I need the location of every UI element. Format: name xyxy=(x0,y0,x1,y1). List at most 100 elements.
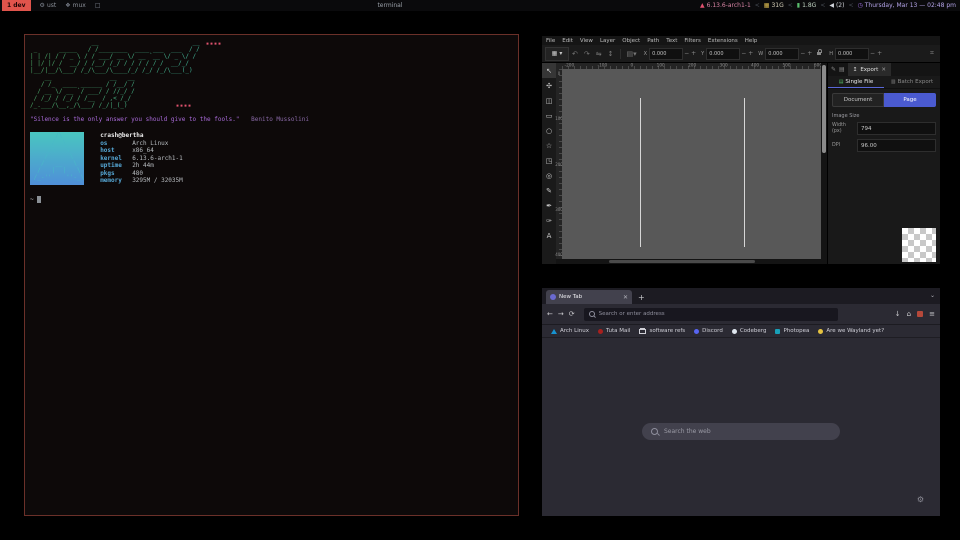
bookmark-item[interactable]: Arch Linux xyxy=(551,328,589,334)
units-dropdown-icon[interactable]: ▤▾ xyxy=(627,50,637,58)
quote-author: Benito Mussolini xyxy=(251,116,309,123)
back-button[interactable]: ← xyxy=(547,310,553,318)
decrement-button[interactable]: − xyxy=(741,50,746,57)
export-area-document-button[interactable]: Document xyxy=(832,93,884,107)
canvas-horizontal-scrollbar[interactable] xyxy=(556,259,821,264)
tab-batch-export[interactable]: ▥ Batch Export xyxy=(884,76,940,88)
tool-calligraphy[interactable]: ✑ xyxy=(542,213,556,228)
menu-icon[interactable]: ≡ xyxy=(929,310,935,318)
volume-icon: ◀ xyxy=(829,2,834,9)
close-icon[interactable]: ✕ xyxy=(881,67,886,73)
banner-accent-bottom: ▪▪▪▪ xyxy=(176,103,192,109)
menu-layer[interactable]: Layer xyxy=(600,38,615,44)
workspace-tag-active[interactable]: 1 dev xyxy=(2,0,31,11)
increment-button[interactable]: + xyxy=(748,50,753,57)
tool-rectangle[interactable]: ▭ xyxy=(542,108,556,123)
input-y[interactable]: 0.000 xyxy=(706,48,740,60)
tool-ellipse[interactable]: ○ xyxy=(542,123,556,138)
list-all-tabs-icon[interactable]: ⌄ xyxy=(930,292,935,299)
home-icon[interactable]: ⌂ xyxy=(907,310,911,318)
rotate-ccw-icon[interactable]: ↶ xyxy=(572,50,578,58)
status-module: ◀(2) xyxy=(829,2,844,9)
input-x[interactable]: 0.000 xyxy=(649,48,683,60)
bookmark-item[interactable]: Discord xyxy=(694,328,723,334)
bookmark-item[interactable]: Codeberg xyxy=(732,328,767,334)
bookmark-item[interactable]: Are we Wayland yet? xyxy=(818,328,884,334)
close-tab-icon[interactable]: ✕ xyxy=(623,294,628,301)
image-size-label: Image Size xyxy=(828,110,940,120)
personalize-gear-icon[interactable]: ⚙ xyxy=(917,495,924,504)
export-dialog-tab[interactable]: ↥ Export ✕ xyxy=(848,63,891,76)
export-area-page-button[interactable]: Page xyxy=(884,93,936,107)
increment-button[interactable]: + xyxy=(807,50,812,57)
fetch-user-host: crash@bertha xyxy=(100,132,183,140)
workspace-window-item[interactable]: ⚙ust xyxy=(40,2,57,9)
menu-edit[interactable]: Edit xyxy=(562,38,573,44)
bookmark-item[interactable]: Photopea xyxy=(775,328,809,334)
tool-pencil[interactable]: ✎ xyxy=(542,183,556,198)
lock-icon[interactable] xyxy=(817,52,821,55)
decrement-button[interactable]: − xyxy=(870,50,875,57)
layers-dialog-icon[interactable]: ▤ xyxy=(839,66,845,73)
snap-toggle-icon[interactable]: ⌗ xyxy=(930,49,934,58)
tool-spiral[interactable]: ◎ xyxy=(542,168,556,183)
menu-extensions[interactable]: Extensions xyxy=(708,38,738,44)
batch-export-icon: ▥ xyxy=(891,79,896,85)
tool-star[interactable]: ☆ xyxy=(542,138,556,153)
shell-prompt[interactable]: ~ xyxy=(30,196,518,203)
gear-icon: ⚙ xyxy=(40,2,45,9)
menu-object[interactable]: Object xyxy=(622,38,640,44)
xywh-fields: X0.000−+Y0.000−+W0.000−+H0.000−+ xyxy=(640,48,883,60)
selection-mode-dropdown[interactable]: ▦▾ xyxy=(545,47,569,61)
tool-node-editor[interactable]: ✣ xyxy=(542,78,556,93)
package-icon: ▦ xyxy=(764,2,770,9)
tool-text[interactable]: A xyxy=(542,228,556,243)
diamond-icon: ❖ xyxy=(65,2,70,9)
flip-vertical-icon[interactable]: ↕ xyxy=(608,50,614,58)
tab-single-file[interactable]: ▤ Single File xyxy=(828,76,884,88)
dpi-input[interactable]: 96.00 xyxy=(857,139,936,152)
menu-file[interactable]: File xyxy=(546,38,555,44)
fetch-row: osArch Linux xyxy=(100,140,183,148)
chevron-down-icon: ▾ xyxy=(559,50,562,57)
menu-help[interactable]: Help xyxy=(745,38,758,44)
menu-text[interactable]: Text xyxy=(666,38,677,44)
input-h[interactable]: 0.000 xyxy=(835,48,869,60)
forward-button[interactable]: → xyxy=(558,310,564,318)
menu-filters[interactable]: Filters xyxy=(684,38,701,44)
bookmark-item[interactable]: software refs xyxy=(639,328,685,334)
menu-path[interactable]: Path xyxy=(647,38,659,44)
tab-new-tab[interactable]: New Tab ✕ xyxy=(546,290,632,304)
decrement-button[interactable]: − xyxy=(800,50,805,57)
bookmark-item[interactable]: Tuta Mail xyxy=(598,328,630,334)
extension-icon[interactable] xyxy=(917,311,923,317)
url-bar[interactable]: Search or enter address xyxy=(584,308,838,321)
reload-button[interactable]: ⟳ xyxy=(569,310,575,318)
tool-box-3d[interactable]: ◳ xyxy=(542,153,556,168)
page-border-left xyxy=(640,98,641,247)
rotate-cw-icon[interactable]: ↷ xyxy=(584,50,590,58)
increment-button[interactable]: + xyxy=(691,50,696,57)
downloads-icon[interactable]: ↓ xyxy=(895,310,901,318)
workspace-window-item[interactable]: □ xyxy=(95,2,103,9)
terminal-window[interactable]: __ __ _ _____ / /________ ____ ___ ___ /… xyxy=(24,34,519,516)
new-tab-button[interactable]: + xyxy=(638,293,645,302)
decrement-button[interactable]: − xyxy=(684,50,689,57)
tool-bezier-pen[interactable]: ✒ xyxy=(542,198,556,213)
input-w[interactable]: 0.000 xyxy=(765,48,799,60)
quote-text: "Silence is the only answer you should g… xyxy=(30,116,240,123)
width-input[interactable]: 794 xyxy=(857,122,936,135)
fetch-row: memory3295M / 32035M xyxy=(100,177,183,185)
tool-selector[interactable]: ↖ xyxy=(542,63,556,78)
increment-button[interactable]: + xyxy=(877,50,882,57)
web-search-input[interactable]: Search the web xyxy=(642,423,840,440)
export-icon: ↥ xyxy=(853,67,858,73)
fill-stroke-dialog-icon[interactable]: ✎ xyxy=(831,66,836,73)
flip-horizontal-icon[interactable]: ⇋ xyxy=(596,50,602,58)
workspace-window-item[interactable]: ❖mux xyxy=(65,2,86,9)
inkscape-canvas[interactable] xyxy=(562,69,821,259)
clock-icon: ◷ xyxy=(858,2,863,9)
browser-window: New Tab ✕ + ⌄ ← → ⟳ Search or enter addr… xyxy=(542,288,940,516)
tool-shape-builder[interactable]: ◫ xyxy=(542,93,556,108)
menu-view[interactable]: View xyxy=(580,38,593,44)
